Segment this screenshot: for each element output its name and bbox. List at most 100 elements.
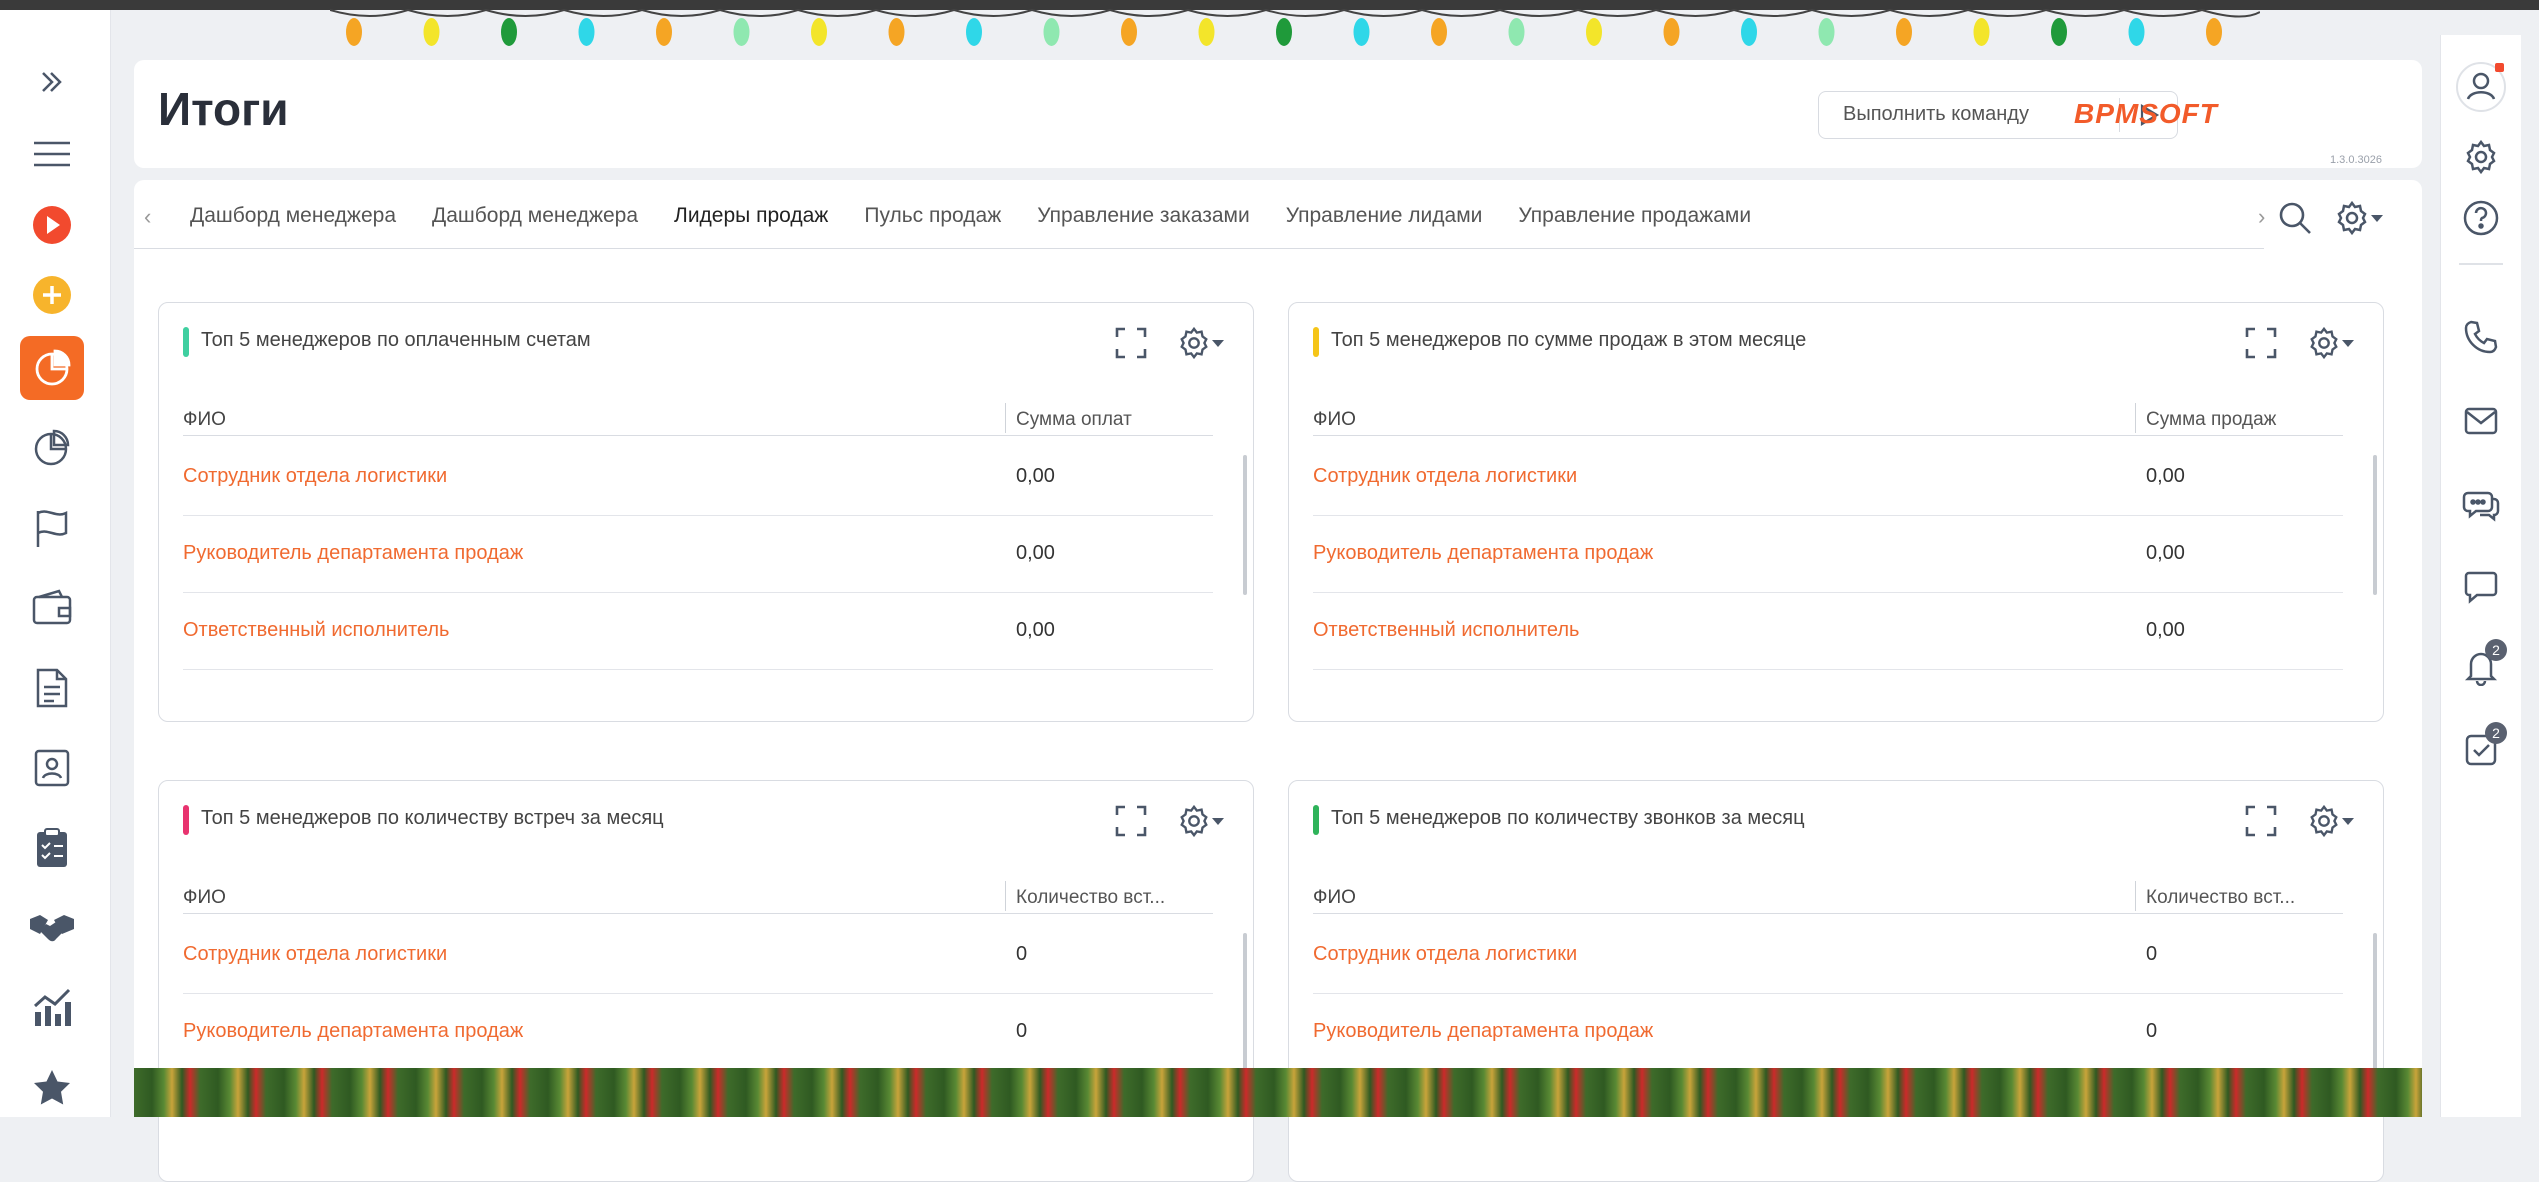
employee-link[interactable]: Сотрудник отдела логистики — [1313, 465, 1577, 488]
page-title: Итоги — [158, 83, 289, 135]
table-row: Руководитель департамента продаж 0 — [183, 994, 1213, 1071]
sidebar-item-tasks[interactable] — [20, 816, 84, 880]
sidebar-item-documents[interactable] — [20, 656, 84, 720]
column-header-name[interactable]: ФИО — [183, 887, 226, 909]
value-cell: 0 — [1016, 943, 1028, 965]
tab-order-management[interactable]: Управление заказами — [1037, 196, 1249, 236]
email-button[interactable] — [2449, 389, 2513, 453]
tab-manager-dashboard-2[interactable]: Дашборд менеджера — [432, 196, 638, 236]
tab-sales-pulse[interactable]: Пульс продаж — [864, 196, 1001, 236]
chevron-down-icon — [1211, 338, 1225, 348]
employee-link[interactable]: Руководитель департамента продаж — [183, 542, 523, 565]
widget-accent — [183, 805, 189, 835]
column-header-value[interactable]: Количество вст... — [1016, 887, 1165, 909]
employee-link[interactable]: Ответственный исполнитель — [1313, 619, 1579, 642]
column-header-value[interactable]: Количество вст... — [2146, 887, 2295, 909]
user-profile-button[interactable] — [2449, 55, 2513, 119]
garland-bulb — [346, 18, 362, 46]
column-header-value[interactable]: Сумма продаж — [2146, 409, 2276, 431]
tab-sales-leaders[interactable]: Лидеры продаж — [674, 196, 828, 236]
notifications-button[interactable]: 2 — [2449, 635, 2513, 699]
gear-icon — [2334, 200, 2370, 236]
tabs-scroll-left-button[interactable]: ‹ — [144, 204, 151, 230]
sidebar-item-contacts[interactable] — [20, 736, 84, 800]
phone-button[interactable] — [2449, 305, 2513, 369]
garland-bulb — [501, 18, 517, 46]
expand-icon[interactable] — [1111, 323, 1151, 363]
tasks-button[interactable]: 2 — [2449, 718, 2513, 782]
tab-manager-dashboard-1[interactable]: Дашборд менеджера — [190, 196, 396, 236]
widget-settings-button[interactable] — [2301, 801, 2361, 841]
tab-sales-management[interactable]: Управление продажами — [1518, 196, 1751, 236]
analytics-icon — [31, 988, 73, 1028]
expand-icon[interactable] — [1111, 801, 1151, 841]
garland-bulb — [1431, 18, 1447, 46]
sidebar-item-leads[interactable] — [20, 496, 84, 560]
system-settings-button[interactable] — [2449, 125, 2513, 189]
chat-button[interactable] — [2449, 473, 2513, 537]
employee-link[interactable]: Руководитель департамента продаж — [183, 1020, 523, 1043]
feed-button[interactable] — [2449, 555, 2513, 619]
sidebar-item-analytics[interactable] — [20, 976, 84, 1040]
column-resizer[interactable] — [2135, 881, 2136, 911]
employee-link[interactable]: Сотрудник отдела логистики — [1313, 943, 1577, 966]
clipboard-icon — [34, 827, 70, 869]
widget-settings-button[interactable] — [1171, 323, 1231, 363]
garland-bulb — [1276, 18, 1292, 46]
value-cell: 0,00 — [2146, 465, 2185, 487]
column-header-name[interactable]: ФИО — [1313, 887, 1356, 909]
tabs-scroll-right-button[interactable]: › — [2258, 204, 2265, 230]
column-resizer[interactable] — [1005, 403, 1006, 433]
sidebar-item-favorites[interactable] — [20, 1056, 84, 1120]
column-header-name[interactable]: ФИО — [1313, 409, 1356, 431]
employee-link[interactable]: Ответственный исполнитель — [183, 619, 449, 642]
sidebar-item-forecasts[interactable] — [20, 416, 84, 480]
user-avatar-icon — [2455, 61, 2507, 113]
dashboards-section-button[interactable] — [20, 336, 84, 400]
main-menu-button[interactable] — [20, 122, 84, 186]
plus-circle-icon — [32, 275, 72, 315]
garland-bulb — [1663, 18, 1680, 46]
dashboard-settings-button[interactable] — [2334, 200, 2384, 236]
expand-icon[interactable] — [2241, 801, 2281, 841]
wallet-icon — [31, 588, 73, 628]
table-header: ФИО Сумма продаж — [1313, 403, 2343, 436]
question-circle-icon — [2462, 199, 2500, 237]
employee-link[interactable]: Сотрудник отдела логистики — [183, 465, 447, 488]
dashboard-tools — [2278, 198, 2384, 238]
quick-add-button[interactable] — [20, 263, 84, 327]
employee-link[interactable]: Руководитель департамента продаж — [1313, 542, 1653, 565]
gear-icon — [2463, 139, 2499, 175]
table-row: Руководитель департамента продаж 0,00 — [1313, 516, 2343, 593]
process-library-button[interactable] — [20, 193, 84, 257]
widget-scrollbar[interactable] — [1243, 455, 1247, 595]
expand-sidebar-button[interactable] — [20, 50, 84, 114]
left-sidebar — [0, 10, 111, 1117]
table-header: ФИО Сумма оплат — [183, 403, 1213, 436]
widget-settings-button[interactable] — [1171, 801, 1231, 841]
search-icon[interactable] — [2278, 201, 2312, 235]
widget-scrollbar[interactable] — [2373, 933, 2377, 1073]
column-resizer[interactable] — [2135, 403, 2136, 433]
widget-scrollbar[interactable] — [1243, 933, 1247, 1073]
widget-settings-button[interactable] — [2301, 323, 2361, 363]
expand-icon[interactable] — [2241, 323, 2281, 363]
menu-icon — [32, 139, 72, 169]
sidebar-item-opportunities[interactable] — [20, 896, 84, 960]
employee-link[interactable]: Руководитель департамента продаж — [1313, 1020, 1653, 1043]
tab-lead-management[interactable]: Управление лидами — [1286, 196, 1483, 236]
column-resizer[interactable] — [1005, 881, 1006, 911]
widget-scrollbar[interactable] — [2373, 455, 2377, 595]
widget-accent — [183, 327, 189, 357]
table-header: ФИО Количество вст... — [183, 881, 1213, 914]
sidebar-item-orders[interactable] — [20, 576, 84, 640]
value-cell: 0 — [2146, 1020, 2158, 1042]
garland-bulb — [1198, 18, 1215, 46]
garland-bulb — [733, 18, 750, 46]
help-button[interactable] — [2449, 186, 2513, 250]
garland-bulb — [2206, 18, 2222, 46]
column-header-name[interactable]: ФИО — [183, 409, 226, 431]
column-header-value[interactable]: Сумма оплат — [1016, 409, 1132, 431]
employee-link[interactable]: Сотрудник отдела логистики — [183, 943, 447, 966]
garland-bulb — [423, 18, 440, 46]
